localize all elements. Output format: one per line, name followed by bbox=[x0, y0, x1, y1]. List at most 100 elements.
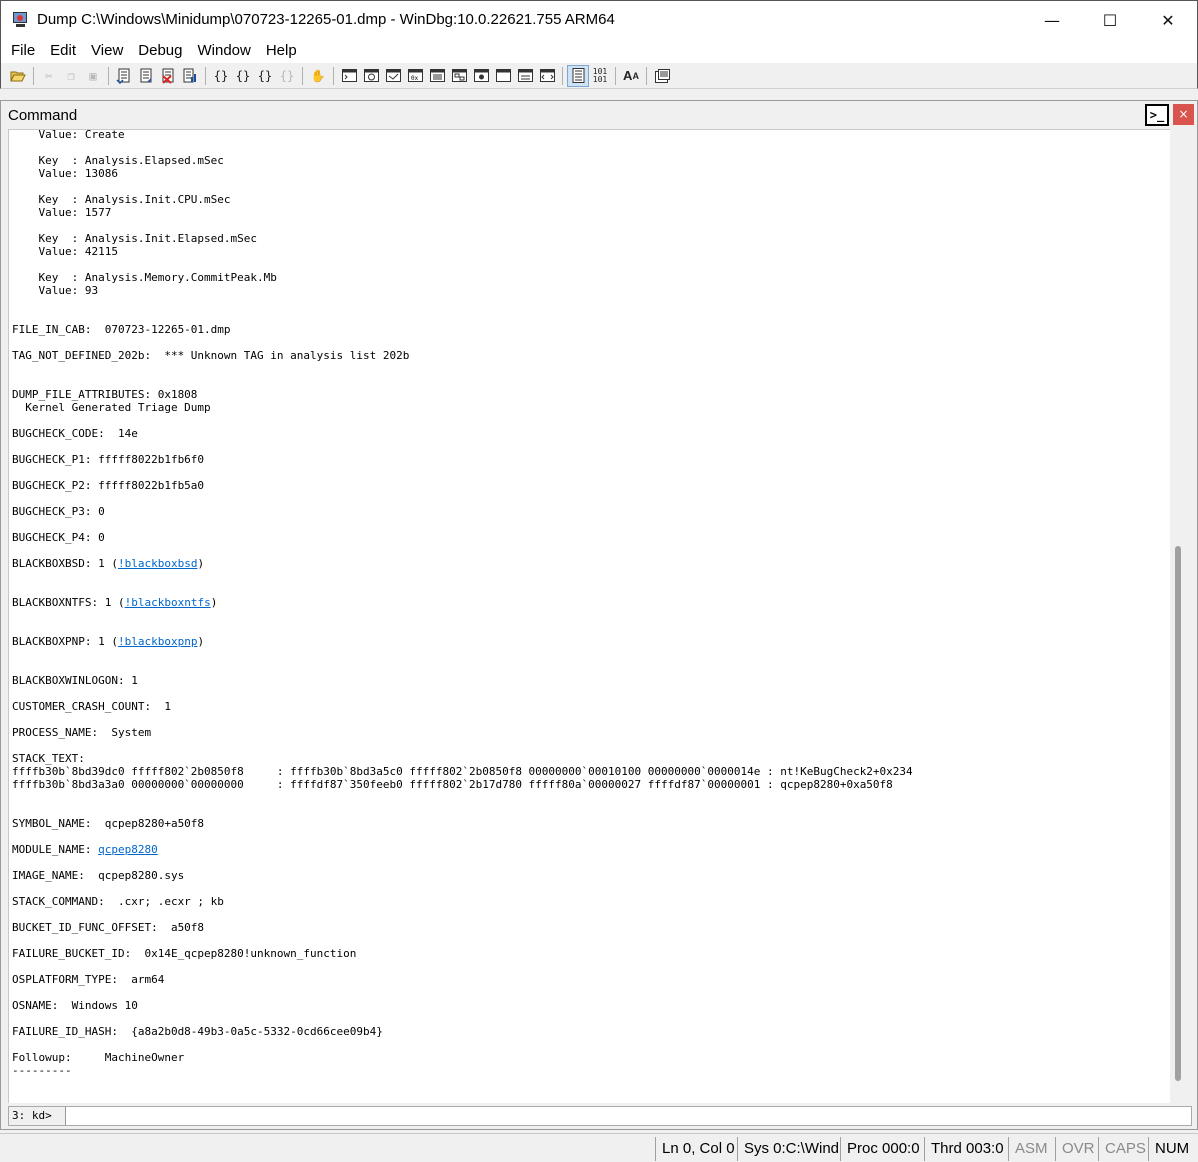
step-into-icon[interactable]: {} bbox=[210, 65, 232, 87]
menu-view[interactable]: View bbox=[83, 38, 130, 63]
output-line: Key : Analysis.Init.CPU.mSec bbox=[12, 193, 231, 206]
close-icon: ✕ bbox=[1161, 10, 1175, 30]
maximize-button[interactable]: ☐ bbox=[1081, 1, 1139, 39]
source-mode-icon[interactable] bbox=[536, 65, 558, 87]
output-line: Key : Analysis.Elapsed.mSec bbox=[12, 154, 224, 167]
output-line: STACK_TEXT: bbox=[12, 752, 85, 765]
menu-debug[interactable]: Debug bbox=[130, 38, 189, 63]
stop-debugging-icon[interactable] bbox=[157, 65, 179, 87]
output-line: Value: 13086 bbox=[12, 167, 118, 180]
output-line: Key : Analysis.Memory.CommitPeak.Mb bbox=[12, 271, 277, 284]
disassembly-icon[interactable] bbox=[470, 65, 492, 87]
console-icon[interactable]: >_ bbox=[1145, 104, 1169, 126]
blackboxpnp-link[interactable]: !blackboxpnp bbox=[118, 635, 197, 648]
output-line: --------- bbox=[12, 1064, 72, 1077]
module-link[interactable]: qcpep8280 bbox=[98, 843, 158, 856]
output-line: BLACKBOXNTFS: 1 ( bbox=[12, 596, 125, 609]
status-thrd: Thrd 003:0 bbox=[924, 1137, 1008, 1161]
output-text: Value: Create Key : Analysis.Elapsed.mSe… bbox=[9, 130, 913, 1077]
output-line: BUGCHECK_P2: fffff8022b1fb5a0 bbox=[12, 479, 205, 492]
scratch-pad-icon[interactable] bbox=[492, 65, 514, 87]
kd-prompt: 3: kd> bbox=[9, 1107, 66, 1125]
output-line: PROCESS_NAME: System bbox=[12, 726, 152, 739]
menu-bar: File Edit View Debug Window Help bbox=[0, 38, 1198, 63]
output-line: STACK_COMMAND: .cxr; .ecxr ; kb bbox=[12, 895, 224, 908]
memory-icon[interactable] bbox=[426, 65, 448, 87]
output-line: Key : Analysis.Init.Elapsed.mSec bbox=[12, 232, 258, 245]
command-output[interactable]: Value: Create Key : Analysis.Elapsed.mSe… bbox=[8, 129, 1170, 1103]
output-line: OSPLATFORM_TYPE: arm64 bbox=[12, 973, 165, 986]
command-input[interactable] bbox=[67, 1107, 1191, 1125]
open-icon[interactable] bbox=[7, 65, 29, 87]
processes-icon[interactable] bbox=[514, 65, 536, 87]
go-icon[interactable] bbox=[113, 65, 135, 87]
output-line: SYMBOL_NAME: qcpep8280+a50f8 bbox=[12, 817, 205, 830]
toolbar-separator bbox=[615, 66, 616, 85]
status-ln-col: Ln 0, Col 0 bbox=[655, 1137, 737, 1161]
cut-icon[interactable]: ✂ bbox=[38, 65, 60, 87]
status-bar: Ln 0, Col 0 Sys 0:C:\Wind Proc 000:0 Thr… bbox=[0, 1133, 1198, 1162]
toolbar-separator bbox=[562, 66, 563, 85]
svg-text:0x: 0x bbox=[411, 75, 419, 82]
options-icon[interactable] bbox=[651, 65, 673, 87]
minimize-button[interactable]: — bbox=[1023, 1, 1081, 39]
insert-breakpoint-icon[interactable]: ✋ bbox=[307, 65, 329, 87]
run-to-cursor-icon[interactable]: {} bbox=[276, 65, 298, 87]
close-command-window-button[interactable]: × bbox=[1173, 104, 1194, 125]
output-line: Value: 93 bbox=[12, 284, 99, 297]
source-mode-toggle-icon[interactable] bbox=[567, 64, 589, 87]
break-icon[interactable] bbox=[179, 65, 201, 87]
output-line: BUGCHECK_P1: fffff8022b1fb6f0 bbox=[12, 453, 205, 466]
command-window-header: Command bbox=[1, 101, 1197, 129]
step-over-icon[interactable]: {} bbox=[232, 65, 254, 87]
output-line: Kernel Generated Triage Dump bbox=[12, 401, 211, 414]
output-line: BLACKBOXPNP: 1 ( bbox=[12, 635, 118, 648]
toolbar-separator bbox=[205, 66, 206, 85]
registers-icon[interactable]: 0x bbox=[404, 65, 426, 87]
blackboxntfs-link[interactable]: !blackboxntfs bbox=[125, 596, 211, 609]
output-line: ) bbox=[210, 596, 218, 609]
output-line: BLACKBOXBSD: 1 ( bbox=[12, 557, 118, 570]
command-icon[interactable] bbox=[338, 65, 360, 87]
output-line: CUSTOMER_CRASH_COUNT: 1 bbox=[12, 700, 171, 713]
step-out-icon[interactable]: {} bbox=[254, 65, 276, 87]
output-line: ) bbox=[197, 635, 205, 648]
output-line: Value: 42115 bbox=[12, 245, 118, 258]
output-line: Value: 1577 bbox=[12, 206, 112, 219]
vertical-scrollbar[interactable] bbox=[1170, 129, 1192, 1103]
window-controls: — ☐ ✕ bbox=[1023, 1, 1197, 39]
scrollbar-thumb[interactable] bbox=[1175, 546, 1181, 1081]
command-window: Command >_ × Value: Create Key : Analysi… bbox=[0, 100, 1198, 1130]
output-line: BUCKET_ID_FUNC_OFFSET: a50f8 bbox=[12, 921, 205, 934]
font-icon[interactable]: AA bbox=[620, 65, 642, 87]
menu-file[interactable]: File bbox=[3, 38, 42, 63]
windbg-app-icon bbox=[12, 11, 30, 29]
toolbar-separator bbox=[646, 66, 647, 85]
blackboxbsd-link[interactable]: !blackboxbsd bbox=[118, 557, 197, 570]
menu-edit[interactable]: Edit bbox=[42, 38, 83, 63]
copy-icon[interactable]: ❐ bbox=[60, 65, 82, 87]
status-proc: Proc 000:0 bbox=[840, 1137, 924, 1161]
output-line: FAILURE_BUCKET_ID: 0x14E_qcpep8280!unkno… bbox=[12, 947, 357, 960]
status-num: NUM bbox=[1148, 1137, 1195, 1161]
hex-icon[interactable]: 101 101 bbox=[589, 65, 611, 87]
output-line: IMAGE_NAME: qcpep8280.sys bbox=[12, 869, 185, 882]
output-line: MODULE_NAME: bbox=[12, 843, 99, 856]
call-stack-icon[interactable] bbox=[448, 65, 470, 87]
output-line: BLACKBOXWINLOGON: 1 bbox=[12, 674, 138, 687]
toolbar-separator bbox=[108, 66, 109, 85]
locals-icon[interactable] bbox=[382, 65, 404, 87]
toolbar-separator bbox=[333, 66, 334, 85]
output-line: TAG_NOT_DEFINED_202b: *** Unknown TAG in… bbox=[12, 349, 410, 362]
output-line: FILE_IN_CAB: 070723-12265-01.dmp bbox=[12, 323, 231, 336]
close-window-button[interactable]: ✕ bbox=[1139, 1, 1197, 39]
restart-icon[interactable] bbox=[135, 65, 157, 87]
title-bar: Dump C:\Windows\Minidump\070723-12265-01… bbox=[0, 0, 1198, 38]
watch-icon[interactable] bbox=[360, 65, 382, 87]
stack-frame-line: ffffb30b`8bd3a3a0 00000000`00000000 : ff… bbox=[12, 778, 893, 791]
output-line: BUGCHECK_CODE: 14e bbox=[12, 427, 138, 440]
menu-window[interactable]: Window bbox=[189, 38, 257, 63]
menu-help[interactable]: Help bbox=[258, 38, 304, 63]
status-sys: Sys 0:C:\Wind bbox=[737, 1137, 840, 1161]
paste-icon[interactable]: ▣ bbox=[82, 65, 104, 87]
